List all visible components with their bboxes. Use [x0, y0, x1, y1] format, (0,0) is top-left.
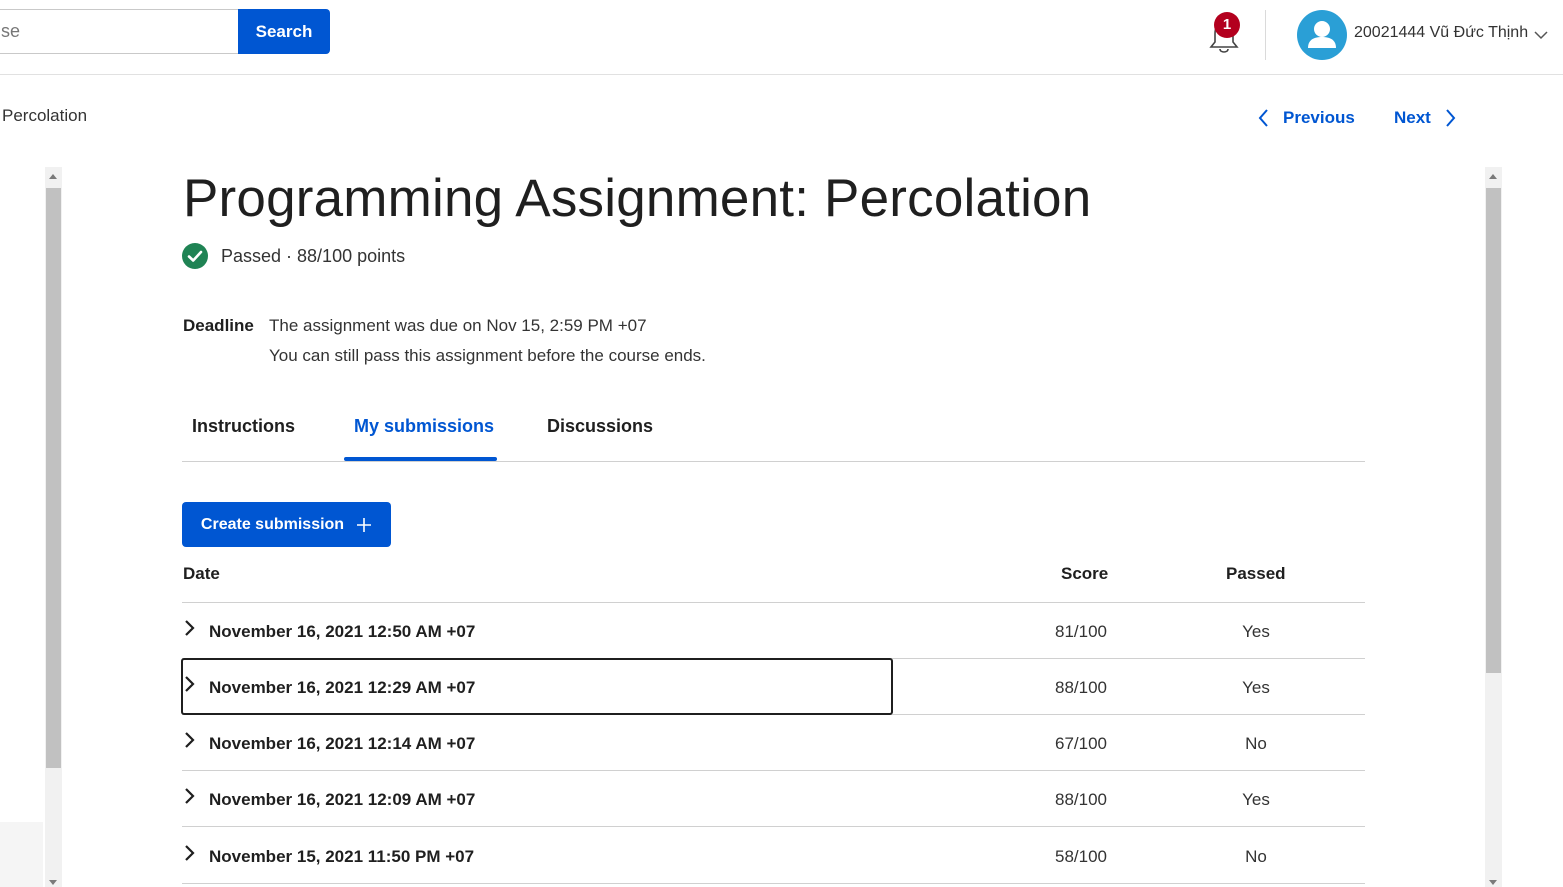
previous-link[interactable]: Previous	[1257, 106, 1355, 130]
tab-bar: Instructions My submissions Discussions	[182, 400, 1365, 462]
deadline-note: You can still pass this assignment befor…	[269, 346, 706, 365]
deadline-text: The assignment was due on Nov 15, 2:59 P…	[269, 316, 647, 335]
tab-instructions[interactable]: Instructions	[192, 416, 295, 437]
table-row[interactable]: November 16, 2021 12:14 AM +07 67/100 No	[182, 715, 1365, 771]
submission-date: November 16, 2021 12:14 AM +07	[209, 734, 476, 753]
main-scroll-thumb[interactable]	[1486, 188, 1501, 673]
column-header-date[interactable]: Date	[183, 564, 220, 584]
previous-label: Previous	[1283, 108, 1355, 127]
submission-score: 88/100	[1055, 678, 1107, 697]
header-divider	[1265, 10, 1266, 60]
scroll-down-arrow-icon[interactable]	[49, 880, 57, 885]
user-avatar-icon	[1308, 21, 1336, 48]
submission-score: 67/100	[1055, 734, 1107, 753]
table-header: Date Score Passed	[182, 564, 1365, 603]
left-panel-edge	[0, 822, 43, 887]
table-row[interactable]: November 16, 2021 12:29 AM +07 88/100 Ye…	[182, 659, 1365, 715]
submission-score: 88/100	[1055, 790, 1107, 809]
submission-passed: No	[1245, 847, 1267, 866]
submission-date: November 15, 2021 11:50 PM +07	[209, 847, 475, 866]
chevron-right-icon[interactable]	[184, 787, 196, 805]
chevron-right-icon[interactable]	[184, 844, 196, 862]
table-row[interactable]: November 16, 2021 12:09 AM +07 88/100 Ye…	[182, 771, 1365, 827]
user-name[interactable]: 20021444 Vũ Đức Thịnh	[1354, 24, 1528, 42]
submission-score: 58/100	[1055, 847, 1107, 866]
submission-score: 81/100	[1055, 622, 1107, 641]
tab-discussions[interactable]: Discussions	[547, 416, 653, 437]
tab-my-submissions[interactable]: My submissions	[354, 416, 494, 437]
main-scrollbar[interactable]	[1485, 167, 1502, 887]
page-title: Programming Assignment: Percolation	[183, 169, 1092, 228]
plus-icon	[357, 517, 372, 532]
submission-passed: No	[1245, 734, 1267, 753]
submission-date: November 16, 2021 12:29 AM +07	[209, 678, 476, 697]
table-row[interactable]: November 16, 2021 12:50 AM +07 81/100 Ye…	[182, 603, 1365, 659]
scroll-up-arrow-icon[interactable]	[49, 174, 57, 179]
avatar[interactable]	[1297, 10, 1347, 60]
chevron-right-icon[interactable]	[184, 675, 196, 693]
chevron-right-icon[interactable]	[184, 731, 196, 749]
scroll-down-arrow-icon[interactable]	[1489, 880, 1497, 885]
breadcrumb[interactable]: Percolation	[2, 106, 87, 126]
notification-badge: 1	[1214, 12, 1240, 38]
left-scrollbar[interactable]	[45, 167, 62, 887]
column-header-passed[interactable]: Passed	[1226, 564, 1286, 584]
create-submission-button[interactable]: Create submission	[182, 502, 391, 547]
chevron-right-icon[interactable]	[184, 619, 196, 637]
active-tab-indicator	[344, 457, 497, 461]
status-row: Passed · 88/100 points	[182, 243, 405, 269]
scroll-up-arrow-icon[interactable]	[1489, 174, 1497, 179]
column-header-score[interactable]: Score	[1061, 564, 1108, 584]
next-label: Next	[1394, 108, 1431, 127]
chevron-right-icon	[1446, 109, 1456, 127]
chevron-left-icon	[1258, 109, 1268, 127]
submission-passed: Yes	[1242, 790, 1270, 809]
create-submission-label: Create submission	[200, 515, 345, 533]
next-link[interactable]: Next	[1394, 106, 1457, 130]
submission-passed: Yes	[1242, 622, 1270, 641]
table-row[interactable]: November 15, 2021 11:50 PM +07 58/100 No	[182, 828, 1365, 884]
top-header: Search 1 20021444 Vũ Đức Thịnh	[0, 0, 1563, 75]
chevron-down-icon[interactable]	[1533, 28, 1549, 42]
check-circle-icon	[182, 243, 208, 269]
status-text: Passed · 88/100 points	[221, 245, 406, 266]
search-input[interactable]	[0, 9, 240, 54]
left-scroll-thumb[interactable]	[46, 188, 61, 768]
submission-passed: Yes	[1242, 678, 1270, 697]
search-button[interactable]: Search	[238, 9, 330, 54]
submission-date: November 16, 2021 12:09 AM +07	[209, 790, 476, 809]
submission-date: November 16, 2021 12:50 AM +07	[209, 622, 476, 641]
deadline-label: Deadline	[183, 316, 254, 335]
